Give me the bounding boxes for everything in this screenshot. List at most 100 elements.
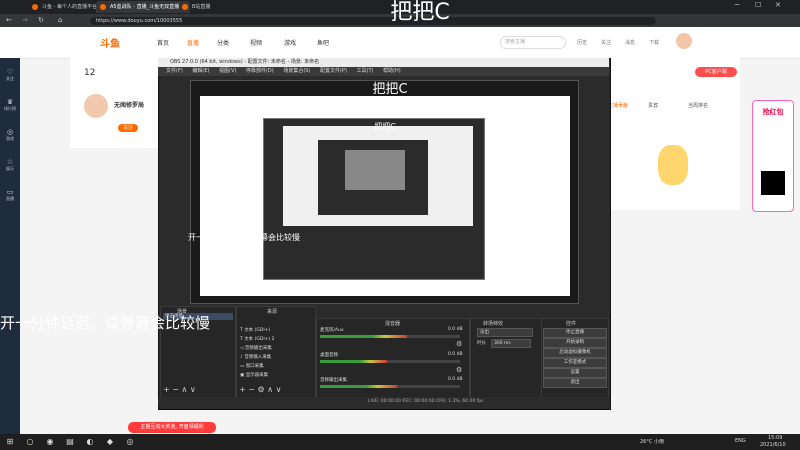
streamer-avatar[interactable] xyxy=(84,94,108,118)
streamer-level: 12 xyxy=(84,68,96,78)
douyu-header: 斗鱼 首页 直播 分类 视频 游戏 鱼吧 历史 关注 消息 下载 xyxy=(0,27,800,59)
obs-title-overlay: 把把C xyxy=(372,82,408,97)
mixer-channel-db: 0.0 dB xyxy=(448,352,463,357)
left-nav-follow[interactable]: ♡ 关注 xyxy=(0,68,20,82)
app-icon[interactable]: ◆ xyxy=(104,436,116,448)
settings-button[interactable]: 设置 xyxy=(543,368,607,378)
studio-mode-button[interactable]: 工作室模式 xyxy=(543,358,607,368)
left-nav-ent[interactable]: ☆ 娱乐 xyxy=(0,158,20,172)
minimize-icon[interactable]: ─ xyxy=(735,1,739,9)
stop-streaming-button[interactable]: 停止直播 xyxy=(543,328,607,338)
browser-tab-active[interactable]: A5血战队 - 直播_斗鱼无双直播 xyxy=(96,1,190,13)
transition-select[interactable]: 淡出 xyxy=(477,328,533,337)
source-row[interactable]: ▣ 显示器采集 xyxy=(240,372,312,380)
nav-video[interactable]: 视频 xyxy=(250,38,262,47)
header-message[interactable]: 消息 xyxy=(618,39,642,46)
clock-time[interactable]: 15:09 xyxy=(768,435,782,441)
user-avatar[interactable] xyxy=(676,33,692,49)
mixer-meter-level xyxy=(320,385,397,388)
clock-date[interactable]: 2021/6/10 xyxy=(760,442,786,448)
menu-scene-collection[interactable]: 场景集合(S) xyxy=(283,68,310,74)
danmaku-text-large: 开一分钟延迟，读弹幕会比较慢 xyxy=(0,314,211,332)
nav-live[interactable]: 直播 xyxy=(187,38,199,47)
maximize-icon[interactable]: ☐ xyxy=(755,1,761,9)
mixer-channel-name: 音频输出采集 xyxy=(320,378,347,383)
chrome-icon[interactable]: ◉ xyxy=(44,436,56,448)
menu-docks[interactable]: 停靠部件(D) xyxy=(246,68,274,74)
left-nav-rank[interactable]: ♛ 排行榜 xyxy=(0,98,20,112)
source-row[interactable]: ◁ 音频输出采集 xyxy=(240,345,312,353)
header-download[interactable]: 下载 xyxy=(642,39,666,46)
mixer-gear-icon[interactable]: ⚙ xyxy=(456,340,462,348)
preview-title-overlay: 把把C xyxy=(374,122,396,131)
duration-input[interactable]: 300 ms xyxy=(491,339,531,348)
start-recording-button[interactable]: 开始录制 xyxy=(543,338,607,348)
reload-icon[interactable]: ↻ xyxy=(38,16,44,24)
menu-edit[interactable]: 编辑(E) xyxy=(192,68,209,74)
mixer-meter-level xyxy=(320,335,407,338)
home-icon[interactable]: ⌂ xyxy=(58,16,62,24)
scene-add-icon[interactable]: + − ∧ ∨ xyxy=(163,385,196,394)
obs-status-bar: LIVE: 00:00:00 REC: 00:00:00 CPU: 1.3%, … xyxy=(158,397,609,406)
star-icon: ☆ xyxy=(6,158,14,166)
menu-tools[interactable]: 工具(T) xyxy=(357,68,374,74)
source-row[interactable]: T 文本 (GDI+) 2 xyxy=(240,336,312,344)
close-icon[interactable]: ✕ xyxy=(775,1,781,9)
source-add-icon[interactable]: + − ⚙ ∧ ∨ xyxy=(239,385,281,394)
red-envelope-widget[interactable]: 抢红包 xyxy=(752,100,794,212)
qr-code-icon xyxy=(761,171,785,195)
duration-label: 时长 xyxy=(477,341,486,346)
obs-menu-bar: 文件(F) 编辑(E) 视图(V) 停靠部件(D) 场景集合(S) 配置文件(P… xyxy=(158,67,609,76)
tab-contribution[interactable]: 主播贡献 xyxy=(608,102,628,109)
source-row[interactable]: ♪ 音频输入采集 xyxy=(240,354,312,362)
pc-client-button[interactable]: PC客户端 xyxy=(695,67,737,77)
folder-icon[interactable]: ▤ xyxy=(64,436,76,448)
forward-icon[interactable]: → xyxy=(22,16,28,24)
mixer-gear-icon[interactable]: ⚙ xyxy=(456,366,462,374)
search-input[interactable]: 搜索主播 xyxy=(500,36,566,49)
left-nav-game[interactable]: ◎ 游戏 xyxy=(0,128,20,142)
nav-home[interactable]: 首页 xyxy=(157,38,169,47)
virtual-camera-button[interactable]: 启动虚拟摄像机 xyxy=(543,348,607,358)
promo-banner[interactable]: 主播互动大奖池, 开盘领福利 xyxy=(128,422,216,433)
menu-file[interactable]: 文件(F) xyxy=(166,68,183,74)
douyu-favicon-icon xyxy=(100,4,106,10)
menu-view[interactable]: 视图(V) xyxy=(219,68,236,74)
nav-game[interactable]: 游戏 xyxy=(284,38,296,47)
nav-fishbar[interactable]: 鱼吧 xyxy=(317,38,329,47)
source-row[interactable]: ▭ 窗口采集 xyxy=(240,363,312,371)
back-icon[interactable]: ← xyxy=(6,16,12,24)
mixer-channel-name: 桌面音频 xyxy=(320,353,338,358)
header-history[interactable]: 历史 xyxy=(570,39,594,46)
mixer-meter-level xyxy=(320,360,387,363)
left-nav-live[interactable]: ▭ 直播 xyxy=(0,188,20,202)
mixer-channel-db: 0.0 dB xyxy=(448,377,463,382)
tab-weekly-rank[interactable]: 当周排名 xyxy=(688,102,708,109)
system-tray: 26°C 小雨 ENG 15:09 2021/6/10 xyxy=(620,434,800,450)
language-indicator[interactable]: ENG xyxy=(735,438,746,444)
gamepad-icon: ◎ xyxy=(6,128,14,136)
tab-vip[interactable]: 贵宾 xyxy=(648,102,658,109)
nav-category[interactable]: 分类 xyxy=(217,38,229,47)
exit-button[interactable]: 退出 xyxy=(543,378,607,388)
follow-button[interactable]: 关注 xyxy=(118,124,138,132)
menu-help[interactable]: 帮助(H) xyxy=(383,68,401,74)
windows-start-icon[interactable]: ⊞ xyxy=(4,436,16,448)
trophy-icon: ♛ xyxy=(6,98,14,106)
mixer-channel-name: 麦克风/Aux xyxy=(320,328,344,333)
source-row[interactable]: T 文本 (GDI+) xyxy=(240,327,312,335)
obs-icon[interactable]: ◎ xyxy=(124,436,136,448)
bilibili-favicon-icon xyxy=(182,4,188,10)
mixer-channel-db: 0.0 dB xyxy=(448,327,463,332)
weather-text[interactable]: 26°C 小雨 xyxy=(640,438,664,445)
header-follow[interactable]: 关注 xyxy=(594,39,618,46)
danmaku-text-small: 开一分钟延迟，读弹幕会比较慢 xyxy=(188,233,300,242)
steam-icon[interactable]: ◐ xyxy=(84,436,96,448)
mascot-image xyxy=(658,145,688,185)
douyu-logo[interactable]: 斗鱼 xyxy=(100,35,120,50)
transitions-dock: 转场特效 淡出 时长 300 ms xyxy=(470,318,542,398)
search-icon[interactable]: ○ xyxy=(24,436,36,448)
right-chat-area xyxy=(598,130,740,210)
menu-profile[interactable]: 配置文件(P) xyxy=(320,68,347,74)
browser-tab[interactable]: B站直播 xyxy=(178,1,258,13)
